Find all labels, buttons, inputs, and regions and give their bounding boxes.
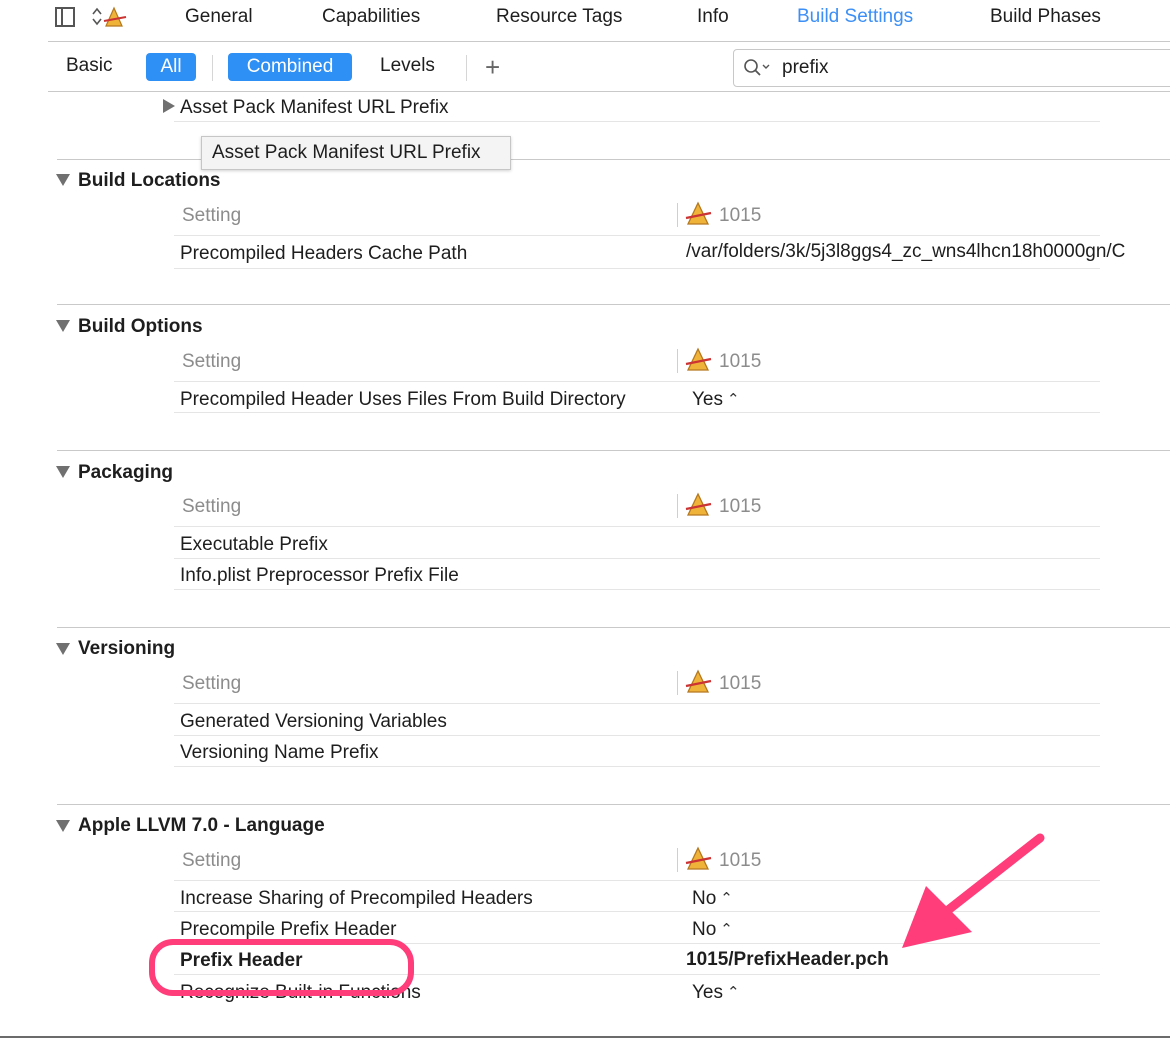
setting-column-header: Setting — [182, 673, 242, 694]
section-title[interactable]: Build Options — [78, 316, 203, 338]
sidebar-toggle-icon[interactable] — [55, 7, 75, 27]
row-divider — [174, 268, 1100, 269]
add-setting-button[interactable]: + — [485, 52, 500, 83]
disclosure-down-icon[interactable] — [56, 320, 70, 332]
row-divider — [174, 735, 1100, 736]
row-divider — [174, 526, 1100, 527]
popup-stepper-icon: ⌃︎ — [720, 921, 733, 938]
target-app-icon — [685, 669, 712, 693]
target-app-icon — [685, 492, 712, 516]
section-title[interactable]: Packaging — [78, 462, 173, 484]
tab-info[interactable]: Info — [697, 6, 729, 28]
section-title[interactable]: Versioning — [78, 638, 175, 660]
setting-name[interactable]: Precompiled Header Uses Files From Build… — [180, 389, 626, 411]
section-divider — [57, 804, 1170, 805]
popup-stepper-icon: ⌃︎ — [727, 391, 740, 408]
setting-value-popup[interactable]: Yes ⌃︎ — [692, 389, 740, 411]
setting-column-header: Setting — [182, 351, 242, 372]
row-divider — [174, 412, 1100, 413]
annotation-arrow-icon — [902, 833, 1045, 948]
tab-build-phases[interactable]: Build Phases — [990, 6, 1101, 28]
setting-value-popup[interactable]: Yes ⌃︎ — [692, 982, 740, 1004]
row-divider — [174, 558, 1100, 559]
section-title[interactable]: Build Locations — [78, 170, 221, 192]
setting-value[interactable]: 1015/PrefixHeader.pch — [686, 949, 889, 971]
row-divider — [174, 121, 1100, 122]
disclosure-down-icon[interactable] — [56, 820, 70, 832]
disclosure-down-icon[interactable] — [56, 643, 70, 655]
setting-value: Yes — [692, 389, 723, 410]
popup-stepper-icon: ⌃︎ — [727, 984, 740, 1001]
filter-divider — [212, 55, 213, 81]
tooltip: Asset Pack Manifest URL Prefix — [201, 136, 511, 170]
filter-all-button[interactable]: All — [146, 53, 196, 81]
target-column-header: 1015 — [719, 673, 762, 694]
target-app-icon — [685, 347, 712, 371]
setting-column-header: Setting — [182, 205, 242, 226]
section-divider — [57, 304, 1170, 305]
setting-value[interactable]: /var/folders/3k/5j3l8ggs4_zc_wns4lhcn18h… — [686, 241, 1125, 263]
setting-column-header: Setting — [182, 850, 242, 871]
filter-basic-button[interactable]: Basic — [66, 55, 112, 77]
setting-name[interactable]: Versioning Name Prefix — [180, 742, 379, 764]
tab-general[interactable]: General — [185, 6, 253, 28]
filter-divider — [466, 55, 467, 81]
search-icon — [743, 58, 770, 78]
filter-combined-button[interactable]: Combined — [228, 53, 352, 81]
column-separator — [677, 349, 678, 373]
section-title[interactable]: Apple LLVM 7.0 - Language — [78, 815, 325, 837]
filter-levels-button[interactable]: Levels — [380, 55, 435, 77]
column-separator — [677, 671, 678, 695]
setting-name[interactable]: Executable Prefix — [180, 534, 328, 556]
filter-bar-divider — [48, 91, 1170, 92]
setting-name[interactable]: Precompiled Headers Cache Path — [180, 243, 467, 265]
section-divider — [57, 450, 1170, 451]
setting-name[interactable]: Info.plist Preprocessor Prefix File — [180, 565, 459, 587]
tab-bar-divider — [48, 41, 1170, 42]
annotation-highlight-ring — [149, 939, 414, 996]
section-divider — [57, 627, 1170, 628]
target-column-header: 1015 — [719, 496, 762, 517]
tab-capabilities[interactable]: Capabilities — [322, 6, 420, 28]
editor-tab-bar: General Capabilities Resource Tags Info … — [0, 0, 1170, 42]
search-input[interactable]: prefix — [782, 57, 828, 79]
setting-value: No — [692, 888, 717, 909]
setting-name[interactable]: Precompile Prefix Header — [180, 919, 396, 941]
target-column-header: 1015 — [719, 850, 762, 871]
target-selector-icon[interactable] — [90, 5, 130, 29]
row-divider — [174, 703, 1100, 704]
row-divider — [174, 235, 1100, 236]
row-divider — [174, 766, 1100, 767]
tab-build-settings[interactable]: Build Settings — [797, 6, 913, 28]
column-separator — [677, 848, 678, 872]
target-app-icon — [685, 846, 712, 870]
popup-stepper-icon: ⌃︎ — [720, 890, 733, 907]
disclosure-down-icon[interactable] — [56, 174, 70, 186]
setting-column-header: Setting — [182, 496, 242, 517]
collapsed-setting-row[interactable]: Asset Pack Manifest URL Prefix — [180, 97, 449, 119]
setting-value-popup[interactable]: No ⌃︎ — [692, 919, 733, 941]
row-divider — [174, 381, 1100, 382]
setting-value: No — [692, 919, 717, 940]
column-separator — [677, 494, 678, 518]
setting-value: Yes — [692, 982, 723, 1003]
bottom-divider — [0, 1036, 1170, 1038]
column-separator — [677, 203, 678, 227]
disclosure-right-icon[interactable] — [163, 99, 175, 113]
disclosure-down-icon[interactable] — [56, 466, 70, 478]
target-app-icon — [685, 201, 712, 225]
target-column-header: 1015 — [719, 205, 762, 226]
tab-resource-tags[interactable]: Resource Tags — [496, 6, 622, 28]
setting-name[interactable]: Increase Sharing of Precompiled Headers — [180, 888, 533, 910]
setting-name[interactable]: Generated Versioning Variables — [180, 711, 447, 733]
setting-value-popup[interactable]: No ⌃︎ — [692, 888, 733, 910]
target-column-header: 1015 — [719, 351, 762, 372]
row-divider — [174, 589, 1100, 590]
